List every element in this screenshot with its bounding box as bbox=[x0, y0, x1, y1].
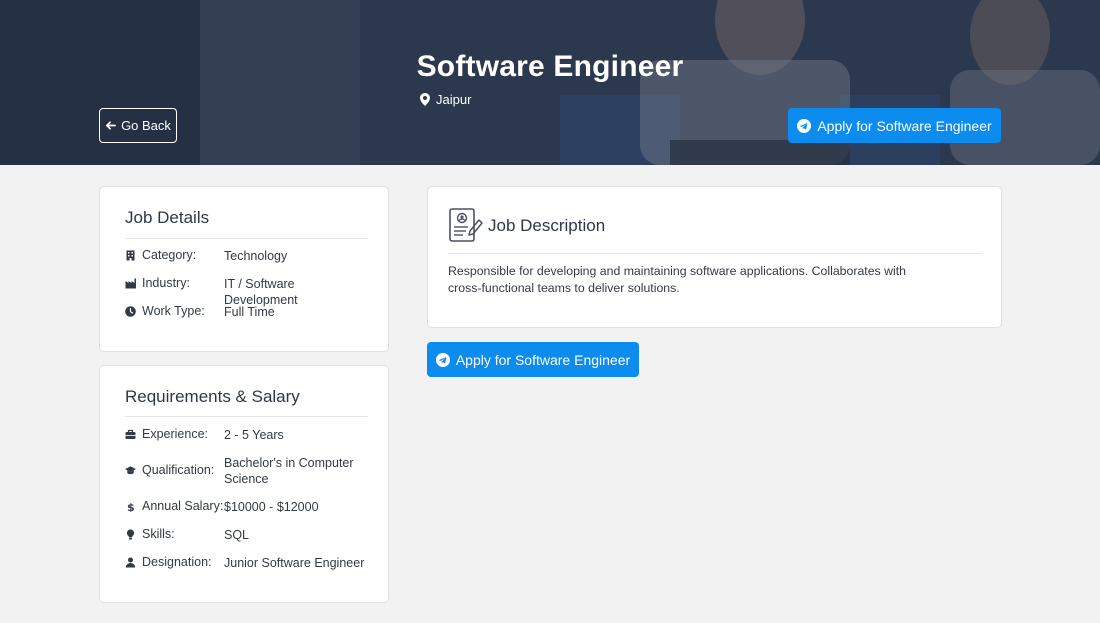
req-row-experience: Experience: 2 - 5 Years bbox=[125, 427, 370, 443]
work-type-label: Work Type: bbox=[142, 304, 205, 318]
designation-value: Junior Software Engineer bbox=[224, 556, 365, 570]
resume-icon bbox=[449, 208, 483, 242]
page-title: Software Engineer bbox=[416, 50, 684, 83]
req-row-salary: $ Annual Salary: $10000 - $12000 bbox=[125, 499, 370, 515]
lightbulb-icon bbox=[126, 529, 135, 539]
requirements-title: Requirements & Salary bbox=[125, 387, 300, 406]
apply-label-main: Apply for Software Engineer bbox=[455, 351, 631, 368]
category-label: Category: bbox=[142, 248, 197, 262]
skills-value: SQL bbox=[224, 528, 250, 542]
industry-icon bbox=[125, 278, 136, 288]
divider bbox=[448, 253, 981, 254]
skills-label: Skills: bbox=[142, 527, 175, 541]
detail-row-work-type: Work Type: Full Time bbox=[125, 304, 370, 320]
description-title: Job Description bbox=[488, 216, 606, 235]
detail-row-category: Category: Technology bbox=[125, 248, 370, 264]
divider bbox=[125, 416, 368, 417]
location-text: Jaipur bbox=[436, 92, 472, 107]
apply-label-header: Apply for Software Engineer bbox=[817, 117, 992, 134]
job-location: Jaipur bbox=[420, 92, 471, 107]
qualification-value: Bachelor's in Computer Science bbox=[224, 456, 354, 486]
dollar-icon: $ bbox=[127, 501, 135, 512]
svg-text:$: $ bbox=[127, 501, 135, 512]
description-text: Responsible for developing and maintaini… bbox=[448, 264, 906, 295]
experience-label: Experience: bbox=[142, 427, 209, 441]
graduation-cap-icon bbox=[125, 465, 136, 474]
apply-button-header[interactable]: Apply for Software Engineer bbox=[788, 108, 1001, 143]
building-icon bbox=[126, 250, 135, 260]
go-back-label: Go Back bbox=[121, 118, 171, 133]
req-row-skills: Skills: SQL bbox=[125, 527, 370, 543]
briefcase-icon bbox=[125, 429, 136, 439]
industry-label: Industry: bbox=[142, 276, 190, 290]
job-details-title: Job Details bbox=[125, 208, 210, 227]
designation-label: Designation: bbox=[142, 555, 212, 569]
req-row-qualification: Qualification: Bachelor's in Computer Sc… bbox=[125, 455, 370, 487]
job-description-card: Job Description Responsible for developi… bbox=[427, 186, 1002, 328]
apply-button-main[interactable]: Apply for Software Engineer bbox=[427, 342, 639, 377]
job-details-card: Job Details Category: Technology Industr… bbox=[99, 186, 389, 352]
telegram-icon bbox=[435, 352, 450, 367]
go-back-button[interactable]: Go Back bbox=[99, 108, 177, 143]
telegram-icon bbox=[797, 118, 812, 133]
map-pin-icon bbox=[420, 93, 430, 106]
req-row-designation: Designation: Junior Software Engineer bbox=[125, 555, 370, 571]
salary-label: Annual Salary: bbox=[142, 499, 224, 513]
experience-value: 2 - 5 Years bbox=[224, 428, 284, 442]
requirements-card: Requirements & Salary Experience: 2 - 5 … bbox=[99, 365, 389, 603]
salary-value: $10000 - $12000 bbox=[224, 500, 319, 514]
arrow-left-icon bbox=[106, 121, 116, 130]
user-icon bbox=[125, 557, 136, 567]
divider bbox=[125, 238, 368, 239]
hero-banner: Software Engineer Jaipur Go Back Apply f… bbox=[0, 0, 1100, 165]
clock-icon bbox=[125, 305, 136, 317]
work-type-value: Full Time bbox=[224, 305, 275, 319]
qualification-label: Qualification: bbox=[142, 463, 215, 477]
category-value: Technology bbox=[224, 249, 288, 263]
